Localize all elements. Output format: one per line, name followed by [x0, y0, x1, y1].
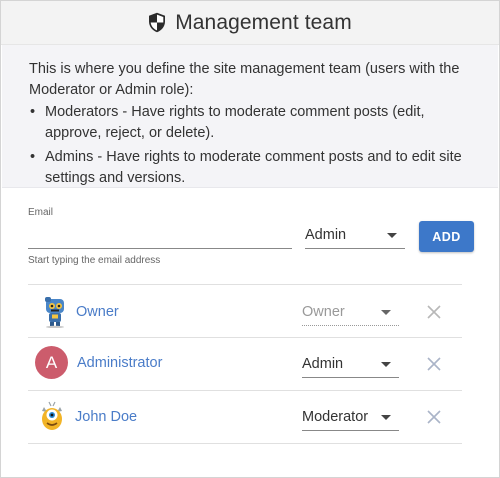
email-label: Email: [28, 207, 54, 218]
info-bullet-admins: Admins - Have rights to moderate comment…: [29, 147, 478, 188]
role-select-value: Admin: [305, 226, 347, 243]
info-bullet-moderators: Moderators - Have rights to moderate com…: [29, 102, 478, 143]
remove-administrator-close-icon[interactable]: [427, 357, 441, 371]
info-intro: This is where you define the site manage…: [29, 61, 460, 98]
member-role-value: Owner: [302, 303, 345, 320]
email-input[interactable]: [28, 223, 292, 249]
member-role-select-john-doe[interactable]: Moderator: [302, 403, 399, 431]
info-panel: This is where you define the site manage…: [2, 45, 498, 188]
robot-avatar: [42, 296, 74, 329]
new-member-role-select[interactable]: Admin: [305, 221, 405, 249]
list-divider: [28, 337, 462, 338]
list-divider: [28, 390, 462, 391]
member-role-value: Moderator: [302, 408, 369, 425]
remove-owner-close-icon: [427, 305, 441, 319]
member-name-john-doe[interactable]: John Doe: [75, 409, 137, 425]
chevron-down-icon: [381, 362, 391, 367]
avatar: A: [35, 346, 68, 379]
remove-john-doe-close-icon[interactable]: [427, 410, 441, 424]
management-team-dialog: Management team This is where you define…: [0, 0, 500, 478]
member-role-value: Admin: [302, 355, 344, 372]
chevron-down-icon: [381, 310, 391, 315]
shield-icon: [148, 12, 166, 33]
list-divider: [28, 284, 462, 285]
dialog-header: Management team: [1, 1, 499, 45]
member-name-owner[interactable]: Owner: [76, 304, 119, 320]
member-name-administrator[interactable]: Administrator: [77, 355, 162, 371]
email-hint: Start typing the email address: [28, 255, 161, 266]
list-divider: [28, 443, 462, 444]
page-title: Management team: [175, 10, 352, 34]
info-list: Moderators - Have rights to moderate com…: [29, 102, 478, 188]
member-role-select-owner: Owner: [302, 298, 399, 326]
monster-avatar: [36, 401, 68, 433]
chevron-down-icon: [381, 415, 391, 420]
add-button[interactable]: ADD: [419, 221, 474, 252]
chevron-down-icon: [387, 233, 397, 238]
member-role-select-administrator[interactable]: Admin: [302, 350, 399, 378]
